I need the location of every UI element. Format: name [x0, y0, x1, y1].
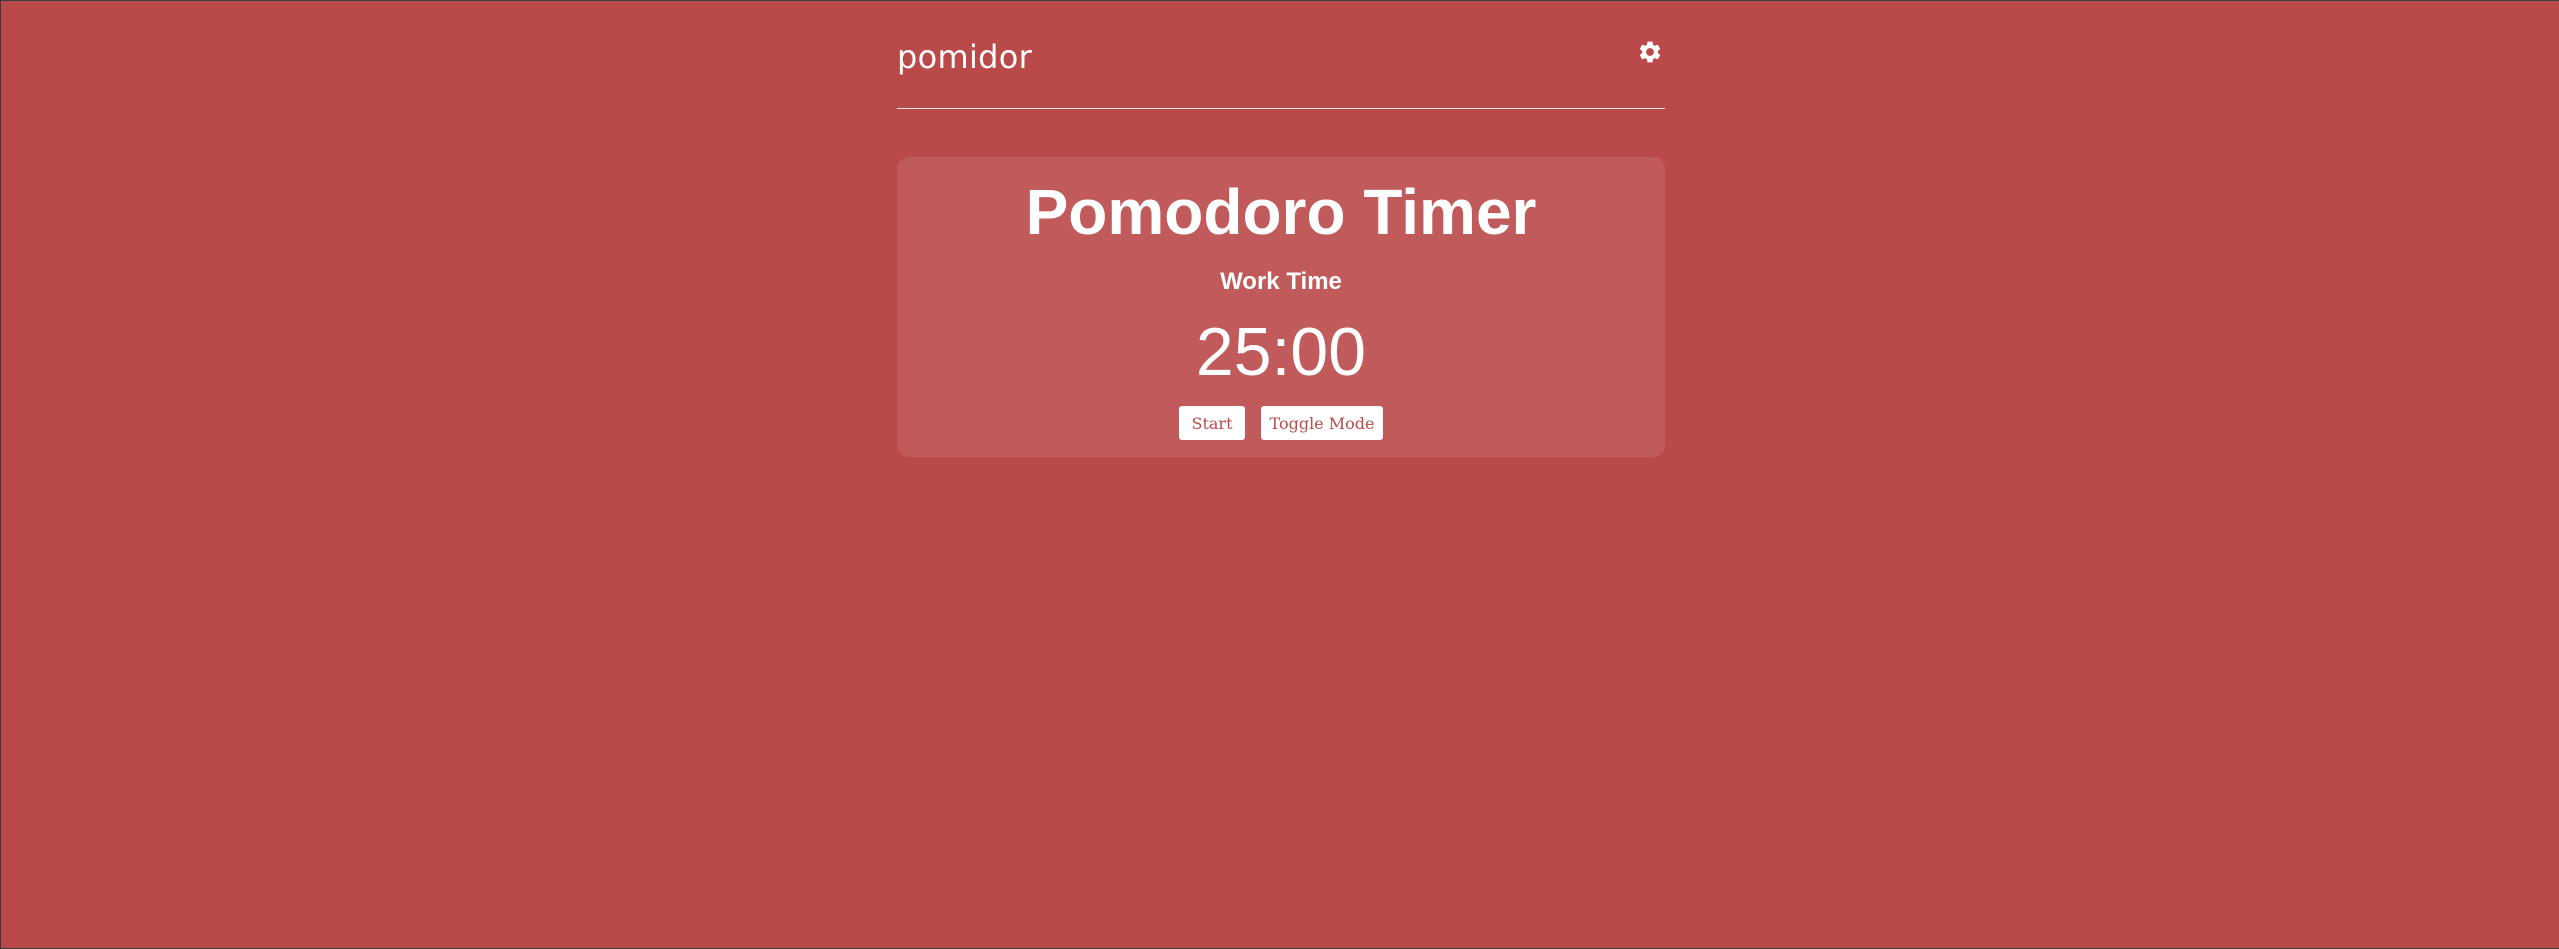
gear-icon	[1639, 41, 1661, 63]
app-container: pomidor Pomodoro Timer Work Time 25:00 S…	[897, 1, 1665, 457]
time-display: 25:00	[1195, 314, 1367, 390]
timer-controls: Start Toggle Mode	[897, 406, 1665, 440]
timer-card: Pomodoro Timer Work Time 25:00 Start Tog…	[897, 157, 1665, 457]
page-title: Pomodoro Timer	[1025, 176, 1537, 248]
toggle-mode-button[interactable]: Toggle Mode	[1261, 406, 1383, 440]
mode-label: Work Time	[1220, 268, 1342, 295]
settings-button[interactable]	[1635, 37, 1665, 67]
header: pomidor	[897, 1, 1665, 109]
start-button[interactable]: Start	[1179, 406, 1245, 440]
app-logo[interactable]: pomidor	[897, 37, 1032, 77]
